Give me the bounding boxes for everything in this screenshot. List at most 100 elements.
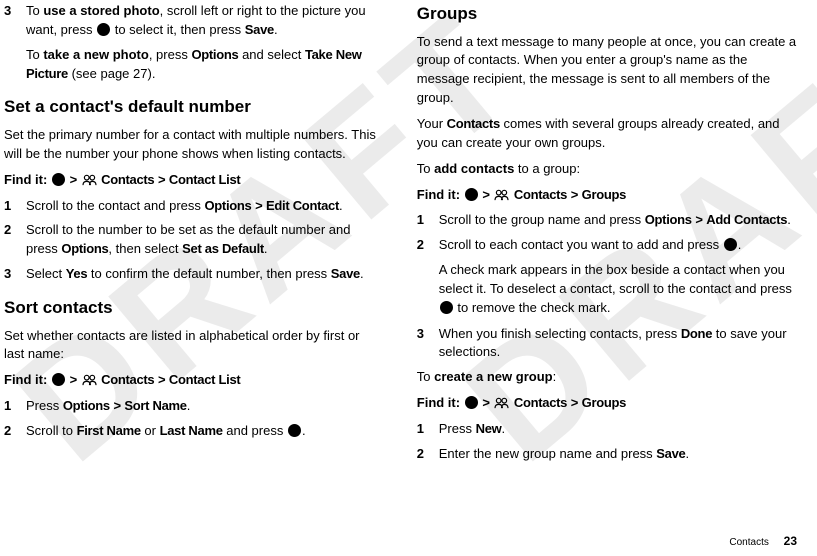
softkey-label: New [476,421,502,436]
path-segment: Contact List [169,372,241,387]
text: . [738,237,742,252]
path-segment: Groups [582,395,626,410]
center-key-icon [465,396,478,409]
heading-groups: Groups [417,2,797,27]
menu-item-label: Add Contacts [706,212,787,227]
list-item: 2 Enter the new group name and press Sav… [417,445,797,464]
text: , press [149,47,192,62]
path-segment: Contacts [514,395,567,410]
path-segment: Contacts [514,187,567,202]
center-key-icon [288,424,301,437]
text: . [360,266,364,281]
find-it-path: Find it: > Contacts > Groups [417,186,797,205]
text: . [302,423,306,438]
path-segment: Contact List [169,172,241,187]
center-key-icon [52,173,65,186]
softkey-label: Save [331,266,360,281]
text: , then select [108,241,182,256]
contacts-icon [82,173,97,186]
item-body: Enter the new group name and press Save. [439,445,797,464]
separator: > [158,372,165,387]
text: and select [238,47,305,62]
text: To [26,3,43,18]
path-segment: Contacts [101,172,154,187]
paragraph: To send a text message to many people at… [417,33,797,108]
text: To [417,369,434,384]
option-label: Last Name [160,423,223,438]
item-number: 3 [4,265,26,284]
item-number: 2 [417,445,439,464]
paragraph: Your Contacts comes with several groups … [417,115,797,153]
text: . [501,421,505,436]
find-it-label: Find it: [4,372,47,387]
path-segment: Contacts [101,372,154,387]
softkey-label: Options [645,212,692,227]
contacts-icon [494,396,509,409]
separator: > [70,172,77,187]
paragraph: To take a new photo, press Options and s… [26,46,377,84]
option-label: First Name [77,423,141,438]
item-body: Select Yes to confirm the default number… [26,265,377,284]
item-number: 1 [417,420,439,439]
softkey-label: Options [63,398,110,413]
find-it-label: Find it: [4,172,47,187]
bold-text: use a stored photo [43,3,159,18]
right-column: Groups To send a text message to many pe… [417,2,797,556]
menu-item-label: Edit Contact [266,198,339,213]
item-body: Scroll to each contact you want to add a… [439,236,797,255]
text: Scroll to [26,423,77,438]
separator: > [158,172,165,187]
item-body: Scroll to the contact and press Options … [26,197,377,216]
softkey-label: Options [191,47,238,62]
text: Your [417,116,447,131]
text: . [787,212,791,227]
paragraph: Set whether contacts are listed in alpha… [4,327,377,365]
item-number: 1 [417,211,439,230]
text: A check mark appears in the box beside a… [439,262,792,296]
find-it-label: Find it: [417,395,460,410]
list-item: 2 Scroll to the number to be set as the … [4,221,377,259]
separator: > [482,395,489,410]
softkey-label: Options [204,198,251,213]
menu-item-label: Sort Name [124,398,186,413]
separator: > [255,198,262,213]
item-number: 2 [417,236,439,255]
heading-sort-contacts: Sort contacts [4,296,377,321]
separator: > [70,372,77,387]
text: to confirm the default number, then pres… [87,266,331,281]
list-item: 1 Press New. [417,420,797,439]
find-it-path: Find it: > Contacts > Contact List [4,371,377,390]
item-body: When you finish selecting contacts, pres… [439,325,797,363]
list-item: 1 Scroll to the contact and press Option… [4,197,377,216]
bold-text: add contacts [434,161,514,176]
item-number: 1 [4,197,26,216]
item-number: 3 [4,2,26,40]
menu-item-label: Set as Default [182,241,264,256]
bold-text: create a new group [434,369,552,384]
item-body: Scroll to the group name and press Optio… [439,211,797,230]
center-key-icon [52,373,65,386]
item-number: 2 [4,221,26,259]
app-label: Contacts [447,116,500,131]
separator: > [571,187,578,202]
text: To [26,47,43,62]
text: Scroll to each contact you want to add a… [439,237,723,252]
list-item: 1 Scroll to the group name and press Opt… [417,211,797,230]
list-item: 2 Scroll to each contact you want to add… [417,236,797,255]
text: Scroll to the contact and press [26,198,204,213]
separator: > [571,395,578,410]
find-it-label: Find it: [417,187,460,202]
softkey-label: Yes [66,266,88,281]
paragraph: To add contacts to a group: [417,160,797,179]
text: . [264,241,268,256]
text: When you finish selecting contacts, pres… [439,326,681,341]
text: . [274,22,278,37]
center-key-icon [440,301,453,314]
text: to a group: [514,161,580,176]
separator: > [695,212,702,227]
paragraph: Set the primary number for a contact wit… [4,126,377,164]
paragraph: A check mark appears in the box beside a… [439,261,797,318]
center-key-icon [724,238,737,251]
text: Enter the new group name and press [439,446,657,461]
bold-text: take a new photo [43,47,148,62]
